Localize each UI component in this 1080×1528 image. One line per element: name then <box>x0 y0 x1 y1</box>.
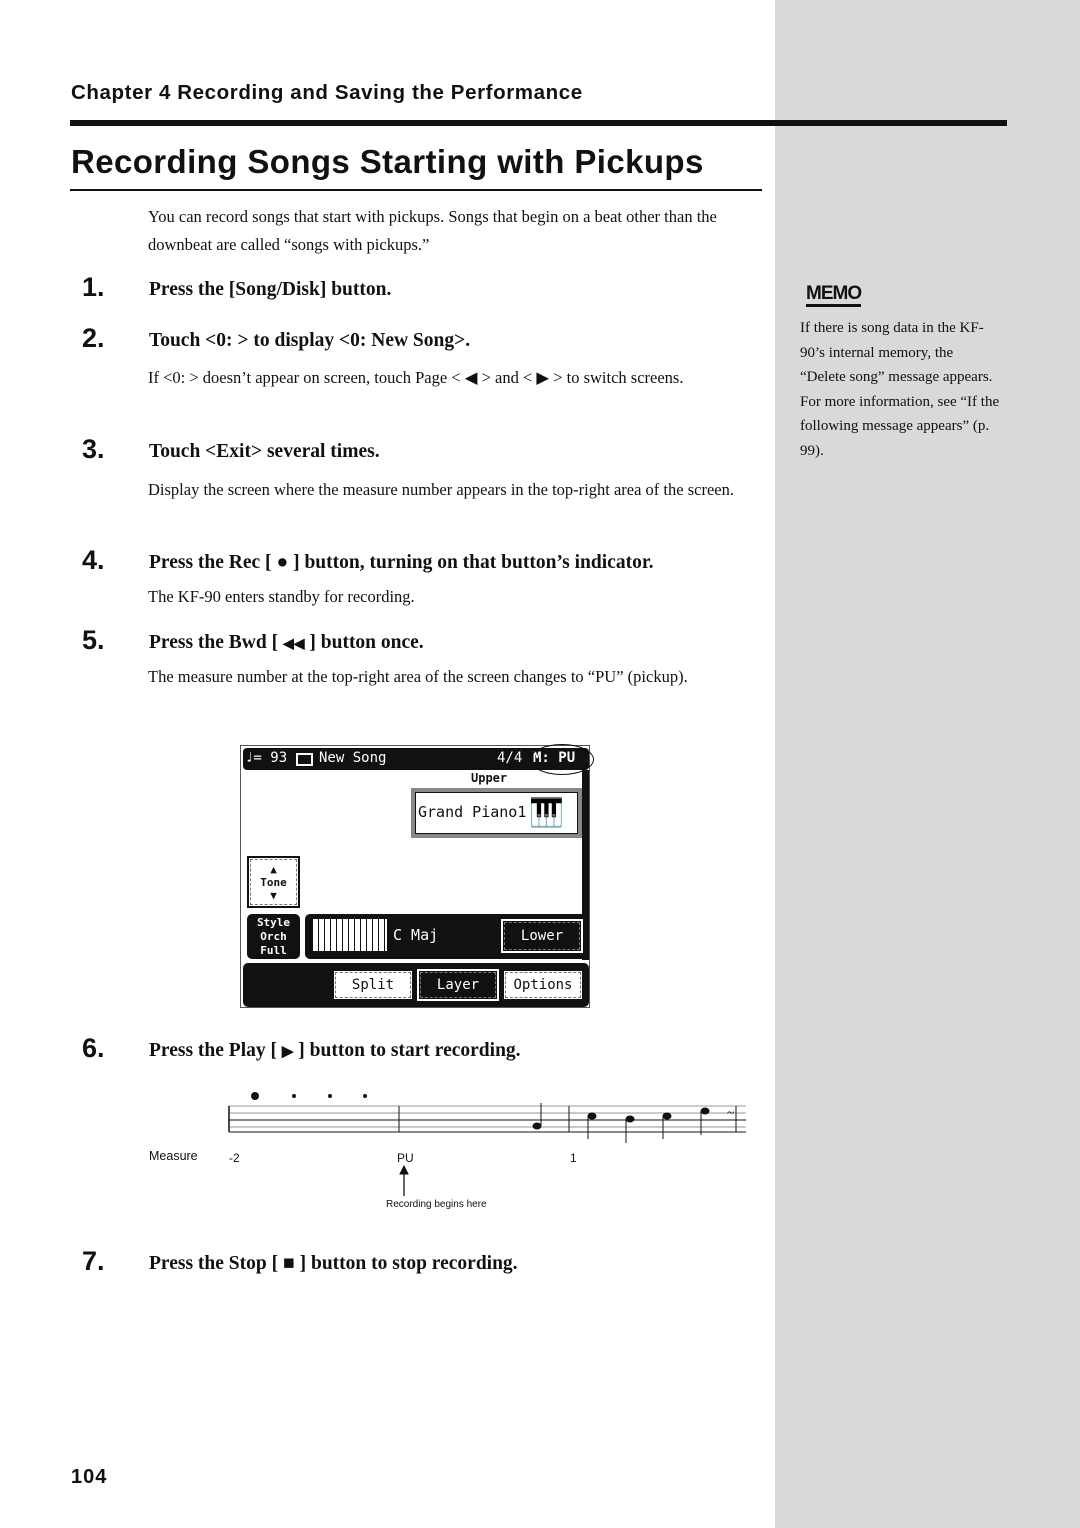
memo-icon: MEMO <box>806 283 862 307</box>
arrow-caption: Recording begins here <box>386 1199 487 1210</box>
measure-number: -2 <box>229 1151 240 1165</box>
arrow-icon <box>399 1164 409 1196</box>
measure-number: PU <box>397 1151 414 1165</box>
heading-text: Press the Stop [ <box>149 1253 279 1274</box>
page-number: 104 <box>71 1466 108 1488</box>
measure-label: Measure <box>149 1149 198 1163</box>
measure-number: 1 <box>570 1151 577 1165</box>
continuation-mark: ~ <box>727 1106 735 1121</box>
count-in-dots <box>251 1092 367 1100</box>
notation-figure: ~ <box>228 1092 746 1196</box>
memo-text: If there is song data in the KF-90’s int… <box>800 320 1000 459</box>
step-heading: Press the Stop [ ■ ] button to stop reco… <box>149 1253 518 1275</box>
step-number: 7. <box>82 1246 105 1276</box>
memo-icon-text: MEMO <box>806 283 862 307</box>
heading-text: ] button to stop recording. <box>299 1253 518 1274</box>
stop-square-icon: ■ <box>282 1253 295 1274</box>
notes <box>532 1103 710 1143</box>
